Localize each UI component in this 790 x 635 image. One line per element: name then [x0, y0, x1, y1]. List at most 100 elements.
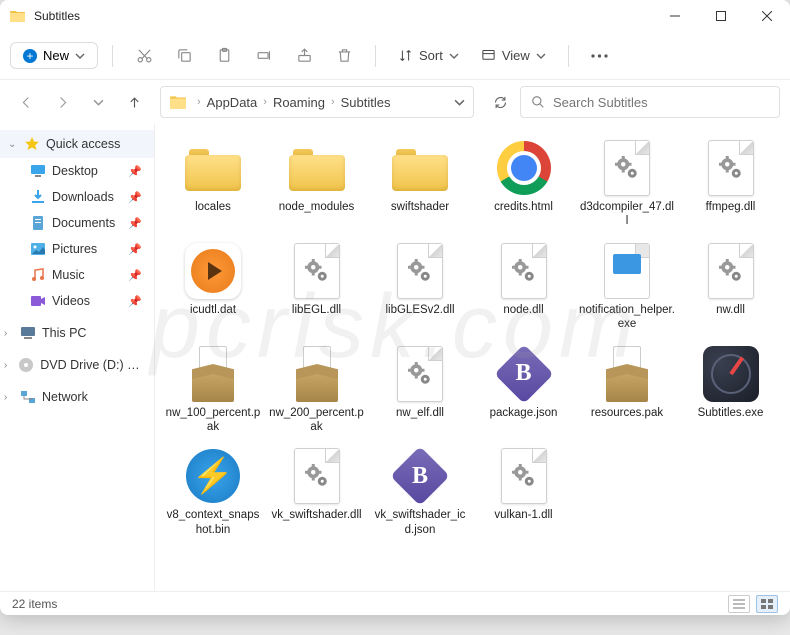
- cut-icon[interactable]: [127, 39, 161, 73]
- file-item[interactable]: ⚡v8_context_snapshot.bin: [163, 442, 263, 541]
- file-label: nw_100_percent.pak: [165, 406, 261, 435]
- file-item[interactable]: vk_swiftshader.dll: [267, 442, 367, 541]
- breadcrumb-dropdown[interactable]: [454, 97, 465, 108]
- more-button[interactable]: [583, 39, 617, 73]
- file-thumb: B: [390, 446, 450, 506]
- file-item[interactable]: Subtitles.exe: [681, 340, 781, 439]
- download-icon: [30, 189, 46, 205]
- share-icon[interactable]: [287, 39, 321, 73]
- file-thumb: [287, 138, 347, 198]
- paste-icon[interactable]: [207, 39, 241, 73]
- file-item[interactable]: notification_helper.exe: [577, 237, 677, 336]
- search-box[interactable]: [520, 86, 780, 118]
- video-icon: [30, 293, 46, 309]
- chevron-right-icon: ›: [4, 392, 14, 403]
- divider: [375, 45, 376, 67]
- file-item[interactable]: ffmpeg.dll: [681, 134, 781, 233]
- search-input[interactable]: [553, 95, 769, 110]
- file-item[interactable]: credits.html: [474, 134, 574, 233]
- refresh-button[interactable]: [484, 86, 516, 118]
- file-label: ffmpeg.dll: [706, 200, 756, 214]
- file-label: resources.pak: [591, 406, 663, 420]
- file-thumb: [390, 138, 450, 198]
- pin-icon: 📌: [128, 191, 142, 204]
- file-item[interactable]: libEGL.dll: [267, 237, 367, 336]
- sidebar-item-music[interactable]: Music📌: [0, 262, 154, 288]
- pin-icon: 📌: [128, 243, 142, 256]
- sidebar: ⌄ Quick access Desktop📌 Downloads📌 Docum…: [0, 124, 155, 591]
- file-item[interactable]: libGLESv2.dll: [370, 237, 470, 336]
- back-button[interactable]: [10, 86, 42, 118]
- file-thumb: [701, 241, 761, 301]
- sidebar-item-desktop[interactable]: Desktop📌: [0, 158, 154, 184]
- chevron-down-icon: [75, 51, 85, 61]
- file-thumb: [597, 344, 657, 404]
- sidebar-label: Pictures: [52, 242, 97, 256]
- file-item[interactable]: Bpackage.json: [474, 340, 574, 439]
- file-label: libGLESv2.dll: [385, 303, 454, 317]
- file-item[interactable]: node.dll: [474, 237, 574, 336]
- file-item[interactable]: d3dcompiler_47.dll: [577, 134, 677, 233]
- file-item[interactable]: nw_100_percent.pak: [163, 340, 263, 439]
- sidebar-this-pc[interactable]: ›This PC: [0, 320, 154, 346]
- file-thumb: [183, 138, 243, 198]
- file-item[interactable]: locales: [163, 134, 263, 233]
- breadcrumb-part[interactable]: Roaming: [273, 95, 325, 110]
- file-item[interactable]: swiftshader: [370, 134, 470, 233]
- breadcrumb-part[interactable]: Subtitles: [341, 95, 391, 110]
- nav-row: › AppData › Roaming › Subtitles: [0, 80, 790, 124]
- file-label: package.json: [490, 406, 558, 420]
- chevron-right-icon: ›: [331, 96, 335, 108]
- file-thumb: [183, 344, 243, 404]
- pin-icon: 📌: [128, 217, 142, 230]
- delete-icon[interactable]: [327, 39, 361, 73]
- minimize-button[interactable]: [652, 0, 698, 32]
- chevron-right-icon: ›: [197, 96, 201, 108]
- breadcrumb-part[interactable]: AppData: [207, 95, 258, 110]
- close-button[interactable]: [744, 0, 790, 32]
- file-thumb: ⚡: [183, 446, 243, 506]
- file-label: v8_context_snapshot.bin: [165, 508, 261, 537]
- forward-button[interactable]: [46, 86, 78, 118]
- maximize-button[interactable]: [698, 0, 744, 32]
- file-item[interactable]: resources.pak: [577, 340, 677, 439]
- file-grid: localesnode_modulesswiftshadercredits.ht…: [163, 134, 782, 541]
- sidebar-dvd[interactable]: ›DVD Drive (D:) CCCC: [0, 352, 154, 378]
- file-item[interactable]: icudtl.dat: [163, 237, 263, 336]
- details-view-button[interactable]: [728, 595, 750, 613]
- copy-icon[interactable]: [167, 39, 201, 73]
- file-label: vulkan-1.dll: [494, 508, 552, 522]
- sidebar-item-downloads[interactable]: Downloads📌: [0, 184, 154, 210]
- file-thumb: [390, 241, 450, 301]
- item-count: 22 items: [12, 597, 57, 611]
- search-icon: [531, 95, 545, 109]
- file-label: libEGL.dll: [292, 303, 341, 317]
- file-label: vk_swiftshader.dll: [271, 508, 361, 522]
- sidebar-item-pictures[interactable]: Pictures 📌: [0, 236, 154, 262]
- file-item[interactable]: node_modules: [267, 134, 367, 233]
- new-button[interactable]: + New: [10, 42, 98, 69]
- file-item[interactable]: vulkan-1.dll: [474, 442, 574, 541]
- breadcrumb[interactable]: › AppData › Roaming › Subtitles: [160, 86, 474, 118]
- rename-icon[interactable]: [247, 39, 281, 73]
- file-item[interactable]: Bvk_swiftshader_icd.json: [370, 442, 470, 541]
- sidebar-item-documents[interactable]: Documents📌: [0, 210, 154, 236]
- view-menu[interactable]: View: [473, 43, 554, 68]
- pin-icon: 📌: [128, 165, 142, 178]
- up-button[interactable]: [118, 86, 150, 118]
- sort-menu[interactable]: Sort: [390, 43, 467, 68]
- sidebar-network[interactable]: ›Network: [0, 384, 154, 410]
- disc-icon: [18, 357, 34, 373]
- file-thumb: B: [494, 344, 554, 404]
- large-icons-view-button[interactable]: [756, 595, 778, 613]
- file-item[interactable]: nw.dll: [681, 237, 781, 336]
- file-thumb: [597, 241, 657, 301]
- file-item[interactable]: nw_elf.dll: [370, 340, 470, 439]
- recent-button[interactable]: [82, 86, 114, 118]
- file-thumb: [494, 241, 554, 301]
- pin-icon: 📌: [128, 269, 142, 282]
- sidebar-quick-access[interactable]: ⌄ Quick access: [0, 130, 154, 158]
- window-title: Subtitles: [34, 9, 652, 23]
- sidebar-item-videos[interactable]: Videos📌: [0, 288, 154, 314]
- file-item[interactable]: nw_200_percent.pak: [267, 340, 367, 439]
